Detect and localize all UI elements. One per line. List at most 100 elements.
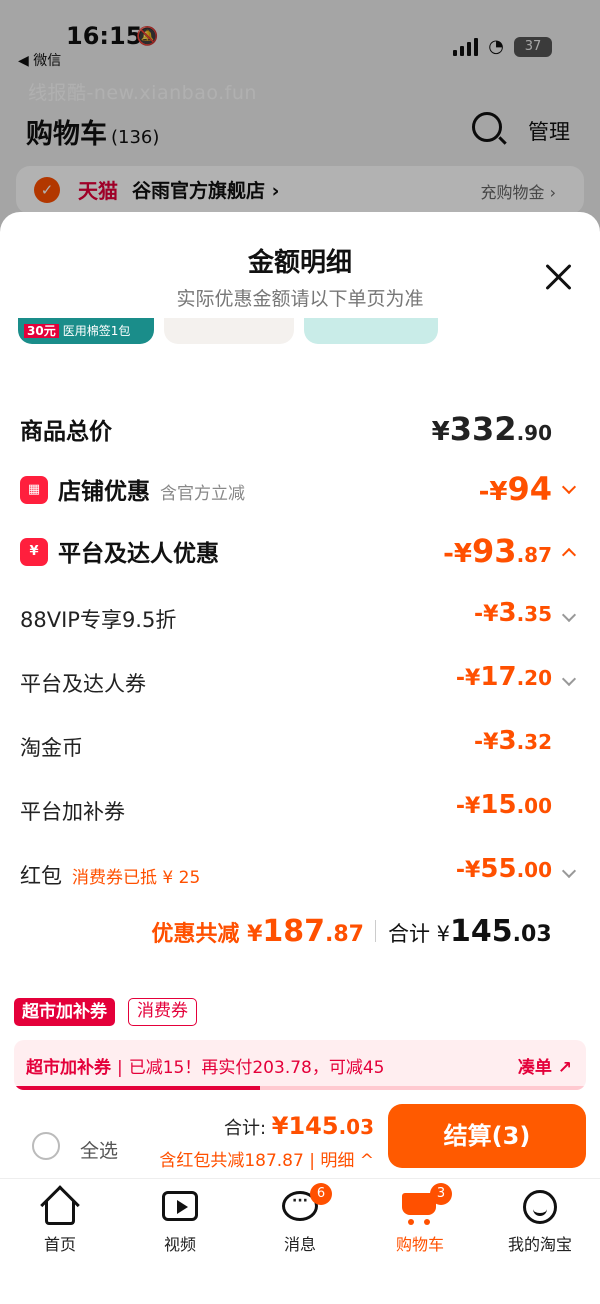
amount-int: 17: [480, 662, 517, 692]
supermarket-promo-bar[interactable]: 超市加补券 | 已减15！再实付203.78，可减45 凑单 ↗: [14, 1040, 586, 1090]
promo-message: 已减15！再实付203.78，可减45: [128, 1058, 385, 1078]
subsidy-amount: -¥15.00: [456, 790, 552, 820]
amount-int: 55: [480, 854, 517, 884]
product-thumbnail: [304, 318, 438, 344]
tab-messages[interactable]: ··· 6 消息: [250, 1183, 350, 1255]
amount-dec: .35: [516, 602, 552, 626]
chevron-down-icon[interactable]: [561, 671, 577, 687]
vip-discount-label: 88VIP专享9.5折: [20, 608, 177, 632]
sheet-title: 金额明细: [247, 248, 352, 278]
modal-overlay[interactable]: [0, 0, 600, 230]
divider: [375, 920, 376, 942]
store-discount-label: 店铺优惠 含官方立减: [58, 472, 245, 506]
bottom-tab-bar: 首页 视频 ··· 6 消息 3 购物车 我的淘宝: [0, 1178, 600, 1304]
product-thumbnail: [164, 318, 294, 344]
checkout-sum: 合计: ¥145.03: [224, 1112, 374, 1140]
amount-dec: .00: [516, 794, 552, 818]
tab-label: 购物车: [395, 1235, 444, 1254]
chevron-down-icon[interactable]: [561, 479, 577, 495]
store-discount-title: 店铺优惠: [58, 479, 150, 505]
store-discount-amount: -¥94: [479, 470, 552, 508]
sheet-subtitle: 实际优惠金额请以下单页为准: [176, 288, 424, 310]
tab-label: 首页: [43, 1235, 76, 1254]
tab-my-taobao[interactable]: 我的淘宝: [490, 1189, 590, 1255]
select-all-checkbox[interactable]: [32, 1132, 60, 1160]
grand-total-label: 合计 ¥: [388, 922, 451, 946]
coupon-row[interactable]: 平台及达人券 -¥17.20: [20, 660, 580, 704]
coin-row: 淘金币 -¥3.32: [20, 724, 580, 768]
message-badge: 6: [310, 1183, 332, 1205]
currency: -¥: [478, 477, 508, 507]
currency: -¥: [443, 539, 473, 569]
red-packet-row[interactable]: 红包 消费券已抵 ¥ 25 -¥55.00: [20, 852, 580, 896]
amount-int: 3: [498, 726, 517, 756]
store-discount-row[interactable]: ▦ 店铺优惠 含官方立减 -¥94: [20, 468, 580, 512]
cart-page-background: 16:15 🔕 ◀ 微信 ◔ 37 线报酷-new.xianbao.fun 购物…: [0, 0, 600, 230]
amount-detail-sheet: 金额明细 实际优惠金额请以下单页为准 30元 医用棉签1包 商品总价 ¥332.9…: [0, 212, 600, 1304]
amount-int: 332: [449, 410, 517, 448]
sum-dec: .03: [338, 1115, 374, 1139]
grand-total-dec: .03: [512, 922, 552, 947]
tab-home[interactable]: 首页: [10, 1185, 110, 1255]
tab-cart[interactable]: 3 购物车: [370, 1183, 470, 1255]
red-packet-note: 消费券已抵 ¥ 25: [72, 868, 201, 888]
promo-separator: |: [117, 1058, 123, 1078]
total-price-amount: ¥332.90: [432, 410, 552, 448]
tab-label: 我的淘宝: [507, 1235, 572, 1254]
store-icon: ▦: [20, 476, 48, 504]
chevron-down-icon[interactable]: [561, 863, 577, 879]
message-icon: ··· 6: [282, 1183, 332, 1225]
coupon-label: 平台及达人券: [20, 672, 146, 696]
promo-title: 超市加补券: [26, 1058, 111, 1078]
total-savings: 优惠共减 ¥187.87: [151, 914, 364, 949]
store-discount-note: 含官方立减: [160, 484, 245, 504]
cart-icon: 3: [402, 1183, 452, 1225]
amount-int: 15: [480, 790, 517, 820]
home-icon: [40, 1185, 80, 1225]
chevron-up-icon[interactable]: [561, 547, 577, 563]
add-items-link[interactable]: 凑单 ↗: [518, 1053, 572, 1078]
amount-dec: .00: [516, 858, 552, 882]
total-price-row: 商品总价 ¥332.90: [20, 408, 580, 452]
close-icon[interactable]: [542, 260, 576, 294]
peek-text: 医用棉签1包: [62, 324, 131, 338]
promo-text: 超市加补券 | 已减15！再实付203.78，可减45: [26, 1053, 384, 1078]
coin-amount: -¥3.32: [474, 726, 552, 756]
cart-badge: 3: [430, 1183, 452, 1205]
discount-detail-toggle[interactable]: 含红包共减187.87 | 明细 ^: [159, 1146, 374, 1171]
amount-int: 93: [472, 532, 517, 570]
coupon-icon: ¥: [20, 538, 48, 566]
tab-video[interactable]: 视频: [130, 1189, 230, 1255]
profile-icon: [522, 1189, 558, 1225]
coin-label: 淘金币: [20, 736, 83, 760]
amount-int: 3: [498, 598, 517, 628]
savings-int: 187: [262, 914, 326, 949]
amount-dec: .87: [516, 543, 552, 567]
peek-badge: 30元: [24, 324, 59, 338]
currency: ¥: [431, 417, 450, 447]
red-packet-label: 红包 消费券已抵 ¥ 25: [20, 860, 200, 890]
select-all-label[interactable]: 全选: [80, 1136, 118, 1163]
currency: -¥: [455, 794, 481, 819]
subsidy-label: 平台加补券: [20, 800, 125, 824]
currency: -¥: [474, 730, 499, 755]
supermarket-coupon-tag: 超市加补券: [14, 998, 115, 1026]
amount-dec: .32: [516, 730, 552, 754]
tab-label: 消息: [283, 1235, 316, 1254]
promo-progress-fill: [14, 1086, 260, 1090]
product-thumbnail: 30元 医用棉签1包: [18, 318, 154, 344]
checkout-button[interactable]: 结算(3): [388, 1104, 586, 1168]
grand-total: 合计 ¥145.03: [388, 914, 552, 949]
platform-discount-row[interactable]: ¥ 平台及达人优惠 -¥93.87: [20, 530, 580, 574]
chevron-down-icon[interactable]: [561, 607, 577, 623]
total-price-label: 商品总价: [20, 419, 112, 445]
vip-discount-row[interactable]: 88VIP专享9.5折 -¥3.35: [20, 596, 580, 640]
grand-total-int: 145: [450, 914, 513, 949]
currency: -¥: [455, 858, 481, 883]
red-packet-title: 红包: [20, 864, 62, 888]
consumption-coupon-tag: 消费券: [128, 998, 197, 1026]
platform-discount-amount: -¥93.87: [443, 532, 552, 570]
sum-currency: ¥: [271, 1112, 289, 1140]
currency: -¥: [455, 666, 481, 691]
tab-label: 视频: [163, 1235, 196, 1254]
